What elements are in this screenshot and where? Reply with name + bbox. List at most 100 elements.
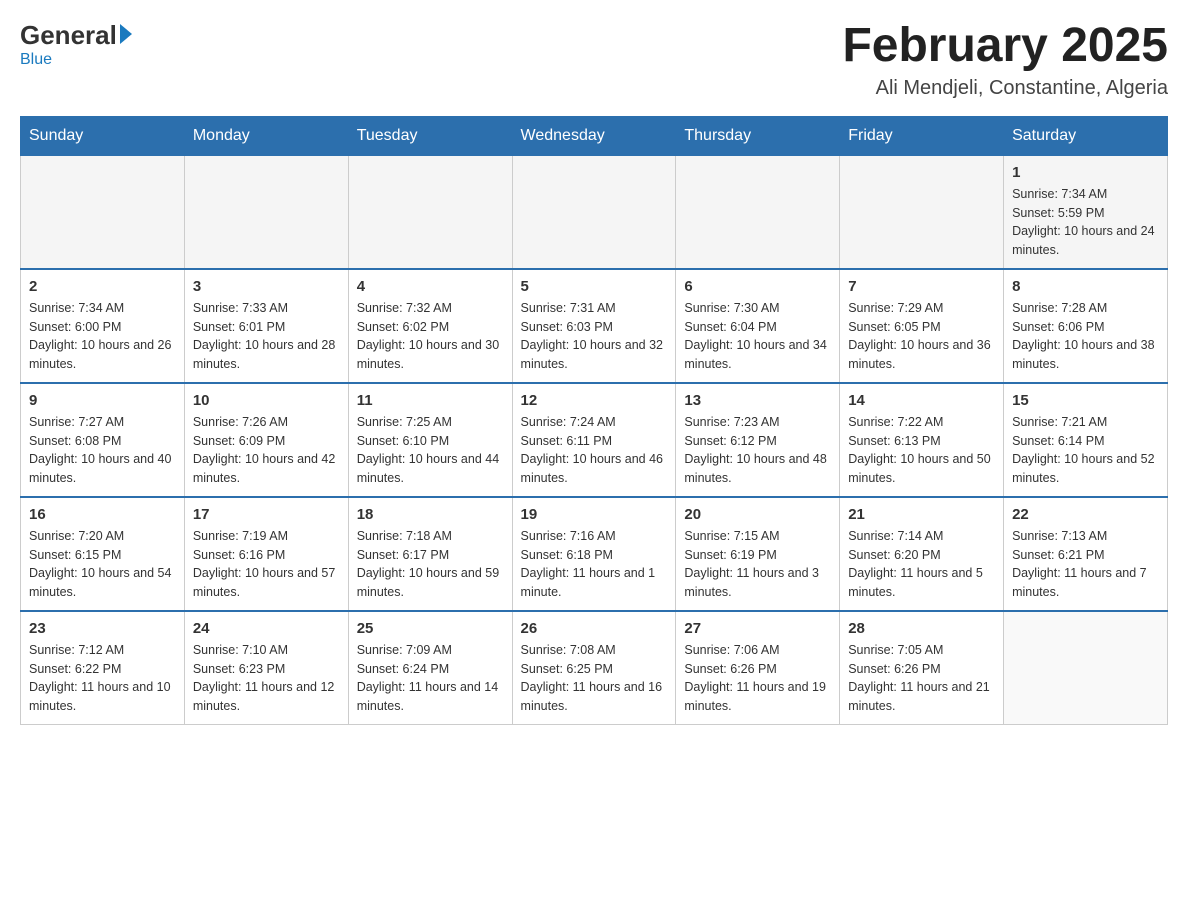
day-number: 24: [193, 620, 340, 637]
calendar-cell: 25 Sunrise: 7:09 AMSunset: 6:24 PMDayligh…: [348, 611, 512, 725]
day-number: 4: [357, 278, 504, 295]
weekday-header-tuesday: Tuesday: [348, 116, 512, 155]
day-info: Sunrise: 7:12 AMSunset: 6:22 PMDaylight:…: [29, 641, 176, 716]
week-row-3: 9 Sunrise: 7:27 AMSunset: 6:08 PMDaylight…: [21, 383, 1168, 497]
calendar-cell: [348, 155, 512, 269]
day-info: Sunrise: 7:24 AMSunset: 6:11 PMDaylight:…: [521, 413, 668, 488]
day-info: Sunrise: 7:20 AMSunset: 6:15 PMDaylight:…: [29, 527, 176, 602]
weekday-header-saturday: Saturday: [1004, 116, 1168, 155]
day-info: Sunrise: 7:28 AMSunset: 6:06 PMDaylight:…: [1012, 299, 1159, 374]
day-info: Sunrise: 7:06 AMSunset: 6:26 PMDaylight:…: [684, 641, 831, 716]
calendar-cell: 21 Sunrise: 7:14 AMSunset: 6:20 PMDayligh…: [840, 497, 1004, 611]
calendar-cell: 4 Sunrise: 7:32 AMSunset: 6:02 PMDaylight…: [348, 269, 512, 383]
calendar-cell: 5 Sunrise: 7:31 AMSunset: 6:03 PMDaylight…: [512, 269, 676, 383]
weekday-header-sunday: Sunday: [21, 116, 185, 155]
day-number: 26: [521, 620, 668, 637]
day-info: Sunrise: 7:31 AMSunset: 6:03 PMDaylight:…: [521, 299, 668, 374]
day-info: Sunrise: 7:21 AMSunset: 6:14 PMDaylight:…: [1012, 413, 1159, 488]
calendar-cell: 8 Sunrise: 7:28 AMSunset: 6:06 PMDaylight…: [1004, 269, 1168, 383]
weekday-header-friday: Friday: [840, 116, 1004, 155]
day-number: 1: [1012, 164, 1159, 181]
calendar-cell: 23 Sunrise: 7:12 AMSunset: 6:22 PMDayligh…: [21, 611, 185, 725]
day-info: Sunrise: 7:25 AMSunset: 6:10 PMDaylight:…: [357, 413, 504, 488]
day-info: Sunrise: 7:29 AMSunset: 6:05 PMDaylight:…: [848, 299, 995, 374]
week-row-2: 2Sunrise: 7:34 AMSunset: 6:00 PMDaylight…: [21, 269, 1168, 383]
page-title: February 2025: [842, 20, 1168, 73]
calendar-cell: [676, 155, 840, 269]
calendar-cell: 11 Sunrise: 7:25 AMSunset: 6:10 PMDayligh…: [348, 383, 512, 497]
day-number: 21: [848, 506, 995, 523]
day-number: 16: [29, 506, 176, 523]
calendar-cell: 18 Sunrise: 7:18 AMSunset: 6:17 PMDayligh…: [348, 497, 512, 611]
weekday-header-thursday: Thursday: [676, 116, 840, 155]
calendar-cell: 9 Sunrise: 7:27 AMSunset: 6:08 PMDaylight…: [21, 383, 185, 497]
day-info: Sunrise: 7:16 AMSunset: 6:18 PMDaylight:…: [521, 527, 668, 602]
day-number: 17: [193, 506, 340, 523]
logo-blue-text: Blue: [20, 51, 52, 69]
day-info: Sunrise: 7:05 AMSunset: 6:26 PMDaylight:…: [848, 641, 995, 716]
calendar-cell: 16 Sunrise: 7:20 AMSunset: 6:15 PMDayligh…: [21, 497, 185, 611]
calendar-cell: 7Sunrise: 7:29 AMSunset: 6:05 PMDaylight…: [840, 269, 1004, 383]
day-info: Sunrise: 7:09 AMSunset: 6:24 PMDaylight:…: [357, 641, 504, 716]
calendar-cell: [1004, 611, 1168, 725]
day-number: 25: [357, 620, 504, 637]
day-number: 10: [193, 392, 340, 409]
day-info: Sunrise: 7:08 AMSunset: 6:25 PMDaylight:…: [521, 641, 668, 716]
day-info: Sunrise: 7:15 AMSunset: 6:19 PMDaylight:…: [684, 527, 831, 602]
subtitle: Ali Mendjeli, Constantine, Algeria: [842, 77, 1168, 100]
day-number: 9: [29, 392, 176, 409]
day-number: 6: [684, 278, 831, 295]
calendar-cell: 27 Sunrise: 7:06 AMSunset: 6:26 PMDayligh…: [676, 611, 840, 725]
day-number: 14: [848, 392, 995, 409]
day-info: Sunrise: 7:13 AMSunset: 6:21 PMDaylight:…: [1012, 527, 1159, 602]
calendar-cell: 19 Sunrise: 7:16 AMSunset: 6:18 PMDayligh…: [512, 497, 676, 611]
week-row-5: 23 Sunrise: 7:12 AMSunset: 6:22 PMDayligh…: [21, 611, 1168, 725]
calendar-cell: 10 Sunrise: 7:26 AMSunset: 6:09 PMDayligh…: [184, 383, 348, 497]
calendar-cell: [512, 155, 676, 269]
calendar-cell: 14Sunrise: 7:22 AMSunset: 6:13 PMDayligh…: [840, 383, 1004, 497]
calendar-cell: 2Sunrise: 7:34 AMSunset: 6:00 PMDaylight…: [21, 269, 185, 383]
day-info: Sunrise: 7:26 AMSunset: 6:09 PMDaylight:…: [193, 413, 340, 488]
day-number: 3: [193, 278, 340, 295]
day-info: Sunrise: 7:10 AMSunset: 6:23 PMDaylight:…: [193, 641, 340, 716]
weekday-header-monday: Monday: [184, 116, 348, 155]
week-row-4: 16 Sunrise: 7:20 AMSunset: 6:15 PMDayligh…: [21, 497, 1168, 611]
day-info: Sunrise: 7:33 AMSunset: 6:01 PMDaylight:…: [193, 299, 340, 374]
day-info: Sunrise: 7:30 AMSunset: 6:04 PMDaylight:…: [684, 299, 831, 374]
day-number: 20: [684, 506, 831, 523]
calendar-cell: 22 Sunrise: 7:13 AMSunset: 6:21 PMDayligh…: [1004, 497, 1168, 611]
calendar-cell: 3 Sunrise: 7:33 AMSunset: 6:01 PMDaylight…: [184, 269, 348, 383]
logo-arrow-icon: [120, 24, 132, 44]
calendar-cell: 24 Sunrise: 7:10 AMSunset: 6:23 PMDayligh…: [184, 611, 348, 725]
calendar-cell: 28Sunrise: 7:05 AMSunset: 6:26 PMDayligh…: [840, 611, 1004, 725]
day-number: 8: [1012, 278, 1159, 295]
day-number: 11: [357, 392, 504, 409]
logo: General Blue: [20, 20, 132, 69]
day-info: Sunrise: 7:34 AMSunset: 5:59 PMDaylight:…: [1012, 185, 1159, 260]
day-info: Sunrise: 7:14 AMSunset: 6:20 PMDaylight:…: [848, 527, 995, 602]
title-area: February 2025 Ali Mendjeli, Constantine,…: [842, 20, 1168, 100]
day-number: 19: [521, 506, 668, 523]
day-info: Sunrise: 7:27 AMSunset: 6:08 PMDaylight:…: [29, 413, 176, 488]
calendar-cell: 15 Sunrise: 7:21 AMSunset: 6:14 PMDayligh…: [1004, 383, 1168, 497]
day-number: 18: [357, 506, 504, 523]
weekday-header-wednesday: Wednesday: [512, 116, 676, 155]
logo-general-text: General: [20, 20, 117, 51]
calendar-cell: 20 Sunrise: 7:15 AMSunset: 6:19 PMDayligh…: [676, 497, 840, 611]
day-number: 15: [1012, 392, 1159, 409]
day-number: 5: [521, 278, 668, 295]
day-number: 23: [29, 620, 176, 637]
day-info: Sunrise: 7:34 AMSunset: 6:00 PMDaylight:…: [29, 299, 176, 374]
calendar-cell: [184, 155, 348, 269]
day-number: 27: [684, 620, 831, 637]
page-header: General Blue February 2025 Ali Mendjeli,…: [20, 20, 1168, 100]
day-info: Sunrise: 7:32 AMSunset: 6:02 PMDaylight:…: [357, 299, 504, 374]
calendar-cell: 1 Sunrise: 7:34 AMSunset: 5:59 PMDaylight…: [1004, 155, 1168, 269]
calendar-cell: 17Sunrise: 7:19 AMSunset: 6:16 PMDayligh…: [184, 497, 348, 611]
calendar-cell: 6 Sunrise: 7:30 AMSunset: 6:04 PMDaylight…: [676, 269, 840, 383]
calendar-cell: 26 Sunrise: 7:08 AMSunset: 6:25 PMDayligh…: [512, 611, 676, 725]
calendar-cell: 13Sunrise: 7:23 AMSunset: 6:12 PMDayligh…: [676, 383, 840, 497]
day-number: 22: [1012, 506, 1159, 523]
calendar-cell: [840, 155, 1004, 269]
day-info: Sunrise: 7:18 AMSunset: 6:17 PMDaylight:…: [357, 527, 504, 602]
